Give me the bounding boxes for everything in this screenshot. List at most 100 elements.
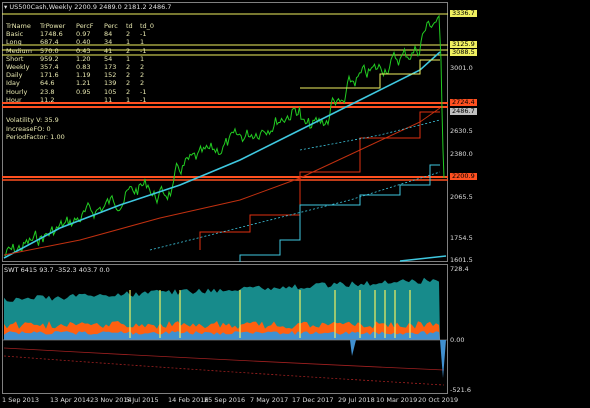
table-cell: 171.6 bbox=[40, 71, 59, 80]
time-axis-label: 20 Oct 2019 bbox=[418, 396, 459, 404]
triangle-down-icon[interactable]: ▾ bbox=[4, 3, 7, 11]
table-cell: Basic bbox=[6, 30, 24, 39]
table-cell: 1.20 bbox=[76, 54, 91, 63]
price-level-tag: 3088.5 bbox=[450, 48, 477, 56]
time-axis-label: 14 Feb 2016 bbox=[168, 396, 209, 404]
price-level-tag: 3336.7 bbox=[450, 9, 477, 17]
table-cell: 1.21 bbox=[76, 79, 91, 88]
table-cell: Daily bbox=[6, 71, 23, 80]
lower-curve bbox=[3, 355, 445, 386]
table-cell: 41 bbox=[104, 46, 113, 55]
negative-dip bbox=[440, 340, 446, 378]
chart-window[interactable]: ▾ US500Cash,Weekly 2200.9 2489.0 2181.2 … bbox=[0, 0, 590, 408]
table-cell: 1 bbox=[126, 38, 131, 47]
table-cell: 959.2 bbox=[40, 54, 59, 63]
table-cell: -1 bbox=[140, 87, 147, 96]
table-cell: 139 bbox=[104, 79, 117, 88]
table-row: Hourly 23.8 0.95 105 2 -1 bbox=[6, 88, 168, 96]
table-cell: 105 bbox=[104, 87, 117, 96]
oscillator-title: SWT 6415 93.7 -352.3 403.7 0.0 bbox=[4, 266, 110, 274]
table-cell: 173 bbox=[104, 63, 117, 72]
table-row: Long 687.4 0.40 34 1 1 bbox=[6, 38, 168, 46]
oscillator-tick-label: 0.00 bbox=[450, 336, 465, 344]
table-cell: 2 bbox=[126, 46, 131, 55]
trend-table: TrName TrPower PercF Perc td td_0 Basic 1… bbox=[6, 22, 168, 104]
price-level-tag: 2724.4 bbox=[450, 98, 477, 106]
time-axis-label: 29 Jul 2018 bbox=[338, 396, 375, 404]
table-row: Weekly 357.4 0.83 173 2 2 bbox=[6, 63, 168, 71]
table-cell: Long bbox=[6, 38, 22, 47]
long-trend-line bbox=[3, 107, 441, 256]
table-cell: Short bbox=[6, 54, 24, 63]
table-cell: 357.4 bbox=[40, 63, 59, 72]
table-cell: 570.0 bbox=[40, 46, 59, 55]
table-cell: 34 bbox=[104, 38, 113, 47]
time-axis-label: 13 Apr 2014 bbox=[50, 396, 91, 404]
price-tick-label: 2630.5 bbox=[450, 127, 473, 135]
table-cell: 2 bbox=[140, 79, 145, 88]
table-cell: 84 bbox=[104, 30, 113, 39]
dashed-trend bbox=[149, 171, 441, 251]
table-cell: 2 bbox=[140, 71, 145, 80]
table-row: Iday 64.6 1.21 139 2 2 bbox=[6, 79, 168, 87]
table-cell: 1 bbox=[140, 54, 145, 63]
lower-curve bbox=[3, 347, 445, 371]
table-cell: Iday bbox=[6, 79, 20, 88]
price-level-tag: 2200.9 bbox=[450, 172, 477, 180]
table-cell: Medium bbox=[6, 46, 32, 55]
table-cell: -1 bbox=[140, 46, 147, 55]
table-cell: 2 bbox=[126, 63, 131, 72]
table-cell: 23.8 bbox=[40, 87, 55, 96]
table-cell: Hour bbox=[6, 95, 22, 104]
price-level-tag: 2486.7 bbox=[450, 107, 477, 115]
table-row: Medium 570.0 0.43 41 2 -1 bbox=[6, 47, 168, 55]
table-cell: 64.6 bbox=[40, 79, 55, 88]
table-cell: 54 bbox=[104, 54, 113, 63]
table-cell: 152 bbox=[104, 71, 117, 80]
table-cell: 2 bbox=[126, 79, 131, 88]
table-cell: 1 bbox=[126, 54, 131, 63]
table-cell: 0.95 bbox=[76, 87, 91, 96]
table-cell: 1 bbox=[140, 38, 145, 47]
price-tick-label: 1754.5 bbox=[450, 234, 473, 242]
table-row: Short 959.2 1.20 54 1 1 bbox=[6, 55, 168, 63]
table-cell: -1 bbox=[140, 95, 147, 104]
table-cell: 2 bbox=[126, 87, 131, 96]
table-row: Basic 1748.6 0.97 84 2 -1 bbox=[6, 30, 168, 38]
price-tick-label: 1601.5 bbox=[450, 256, 473, 264]
table-cell: 687.4 bbox=[40, 38, 59, 47]
table-cell bbox=[76, 96, 104, 104]
table-cell: Hourly bbox=[6, 87, 28, 96]
oscillator-tick-label: -521.6 bbox=[450, 386, 471, 394]
table-cell: Weekly bbox=[6, 63, 30, 72]
price-tick-label: 2065.5 bbox=[450, 193, 473, 201]
basic-tail bbox=[399, 255, 447, 262]
chart-title: ▾ US500Cash,Weekly 2200.9 2489.0 2181.2 … bbox=[4, 3, 172, 11]
oscillator-tick-label: 728.4 bbox=[450, 265, 469, 273]
table-cell: 2 bbox=[126, 71, 131, 80]
table-header: TrName TrPower PercF Perc td td_0 bbox=[6, 22, 155, 30]
time-axis-label: 10 Mar 2019 bbox=[376, 396, 418, 404]
short-step-line bbox=[300, 59, 440, 89]
table-cell: 0.83 bbox=[76, 63, 91, 72]
negative-dip bbox=[350, 340, 356, 356]
time-axis-label: 17 Dec 2017 bbox=[292, 396, 334, 404]
table-cell: 1 bbox=[126, 95, 131, 104]
price-tick-label: 3001.0 bbox=[450, 64, 473, 72]
table-cell: 11.2 bbox=[40, 95, 55, 104]
table-cell: 2 bbox=[140, 63, 145, 72]
time-axis-label: 1 Sep 2013 bbox=[2, 396, 40, 404]
table-cell: 1748.6 bbox=[40, 30, 63, 39]
table-row: Hour 11.2 11 1 -1 bbox=[6, 96, 168, 104]
volatility-info: Volatility V: 35.9 IncreaseFO: 0 PeriodF… bbox=[6, 116, 65, 141]
table-row: Daily 171.6 1.19 152 2 2 bbox=[6, 71, 168, 79]
table-cell: -1 bbox=[140, 30, 147, 39]
time-axis-label: 5 Jul 2015 bbox=[126, 396, 159, 404]
time-axis-label: 7 May 2017 bbox=[250, 396, 289, 404]
table-cell: 1.19 bbox=[76, 71, 91, 80]
time-axis-label: 25 Sep 2016 bbox=[204, 396, 246, 404]
price-tick-label: 2380.0 bbox=[450, 150, 473, 158]
table-cell: 0.97 bbox=[76, 30, 91, 39]
table-cell: 11 bbox=[104, 95, 113, 104]
price-level-tag: 3125.9 bbox=[450, 40, 477, 48]
